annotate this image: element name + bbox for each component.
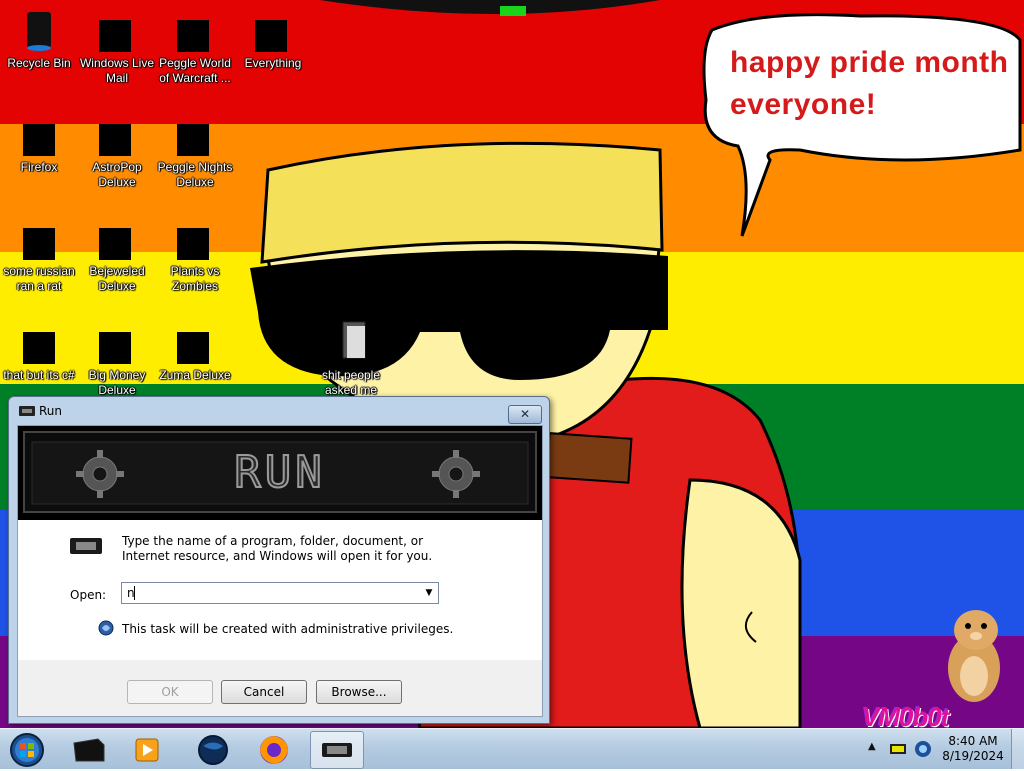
icon-label: Firefox bbox=[20, 160, 58, 174]
chevron-down-icon[interactable]: ▼ bbox=[423, 585, 435, 601]
speech-bubble-text: happy pride month everyone! bbox=[730, 46, 1009, 121]
icon-label: Big Money Deluxe bbox=[88, 368, 146, 397]
run-icon bbox=[322, 743, 352, 757]
open-label: Open: bbox=[70, 588, 107, 602]
icon-label: that but its c# bbox=[3, 368, 75, 382]
icon-label: Plants vs Zombies bbox=[170, 264, 220, 293]
recycle-bin-icon bbox=[15, 6, 63, 54]
firefox-icon bbox=[15, 110, 63, 158]
open-combobox[interactable]: n ▼ bbox=[121, 582, 439, 604]
icon-label: shit people asked me bbox=[321, 368, 381, 397]
icon-label: Peggle World of Warcraft ... bbox=[159, 56, 231, 85]
desktop-icon-big-money-deluxe[interactable]: Big Money Deluxe bbox=[78, 318, 156, 398]
icon-label: Zuma Deluxe bbox=[159, 368, 231, 382]
desktop-icon-bejeweled-deluxe[interactable]: Bejeweled Deluxe bbox=[78, 214, 156, 294]
desktop-icon-plants-vs-zombies[interactable]: Plants vs Zombies bbox=[156, 214, 234, 294]
mail-icon bbox=[93, 6, 141, 54]
media-player-icon bbox=[135, 738, 159, 762]
admin-privileges-note: This task will be created with administr… bbox=[122, 622, 454, 636]
action-center-icon[interactable] bbox=[890, 742, 906, 756]
icon-label: some russian ran a rat bbox=[3, 264, 75, 293]
folder-icon bbox=[327, 318, 375, 366]
taskbar-media-player[interactable] bbox=[122, 731, 174, 767]
text-caret bbox=[134, 586, 135, 600]
taskbar: ▲ 8:40 AM 8/19/2024 bbox=[0, 728, 1024, 769]
watermark-text: VM0b0t bbox=[862, 702, 949, 728]
desktop-icon-astropop-deluxe[interactable]: AstroPop Deluxe bbox=[78, 110, 156, 190]
desktop-icon-windows-live-mail[interactable]: Windows Live Mail bbox=[78, 6, 156, 86]
show-desktop-button[interactable] bbox=[1011, 729, 1024, 769]
tray-expand-icon[interactable]: ▲ bbox=[868, 741, 876, 752]
desktop-icon-folder[interactable]: shit people asked me bbox=[312, 318, 390, 398]
hamster-mascot-icon bbox=[948, 610, 1000, 702]
money-bag-icon bbox=[93, 318, 141, 366]
taskbar-run-active[interactable] bbox=[310, 731, 364, 769]
icon-label: Everything bbox=[244, 56, 302, 70]
run-banner-text: RUN bbox=[233, 447, 326, 499]
desktop-icon-some-russian-ran-a-rat[interactable]: some russian ran a rat bbox=[0, 214, 78, 294]
run-dialog[interactable]: Run ✕ RUN Type the name of a program, fo… bbox=[8, 396, 550, 724]
taskbar-firefox[interactable] bbox=[248, 731, 300, 767]
clock-time: 8:40 AM bbox=[948, 734, 998, 748]
search-app-icon bbox=[249, 6, 297, 54]
taskbar-globe[interactable] bbox=[186, 731, 238, 767]
close-icon: ✕ bbox=[519, 407, 531, 421]
start-orb-icon bbox=[10, 733, 44, 767]
astropop-icon bbox=[93, 110, 141, 158]
network-icon[interactable] bbox=[914, 740, 932, 758]
globe-icon bbox=[198, 735, 228, 765]
system-clock[interactable]: 8:40 AM 8/19/2024 bbox=[940, 734, 1006, 764]
taskbar-terminal[interactable] bbox=[62, 731, 114, 767]
clock-date: 8/19/2024 bbox=[942, 749, 1004, 763]
desktop-icon-zuma-deluxe[interactable]: Zuma Deluxe bbox=[156, 318, 234, 383]
close-button[interactable]: ✕ bbox=[508, 405, 542, 424]
ok-button[interactable]: OK bbox=[127, 680, 213, 704]
shield-icon bbox=[98, 620, 114, 636]
dialog-body: RUN Type the name of a program, folder, … bbox=[17, 425, 543, 717]
app-icon bbox=[15, 214, 63, 262]
run-program-icon bbox=[70, 538, 102, 554]
desktop-icon-everything[interactable]: Everything bbox=[234, 6, 312, 71]
icon-label: Peggle Nights Deluxe bbox=[157, 160, 233, 189]
run-description: Type the name of a program, folder, docu… bbox=[122, 534, 433, 563]
icon-label: Bejeweled Deluxe bbox=[89, 264, 145, 293]
desktop-icon-that-but-its-csharp[interactable]: that but its c# bbox=[0, 318, 78, 383]
zuma-icon bbox=[171, 318, 219, 366]
dialog-content: Type the name of a program, folder, docu… bbox=[18, 520, 542, 660]
terminal-icon bbox=[73, 738, 105, 762]
windows-stack-icon bbox=[15, 318, 63, 366]
desktop-icon-peggle-world-of-warcraft[interactable]: Peggle World of Warcraft ... bbox=[156, 6, 234, 86]
plant-icon bbox=[171, 214, 219, 262]
firefox-icon bbox=[260, 736, 288, 764]
run-banner: RUN bbox=[18, 426, 542, 520]
dialog-title: Run bbox=[39, 404, 63, 418]
icon-label: Recycle Bin bbox=[7, 56, 71, 70]
browse-button[interactable]: Browse... bbox=[316, 680, 402, 704]
title-bar[interactable]: Run ✕ bbox=[9, 397, 549, 425]
icon-label: Windows Live Mail bbox=[79, 56, 155, 85]
desktop-icon-recycle-bin[interactable]: Recycle Bin bbox=[0, 6, 78, 71]
peggle-nights-icon bbox=[171, 110, 219, 158]
start-button[interactable] bbox=[0, 731, 54, 767]
peggle-icon bbox=[171, 6, 219, 54]
gem-icon bbox=[93, 214, 141, 262]
cancel-button[interactable]: Cancel bbox=[221, 680, 307, 704]
desktop-icon-firefox[interactable]: Firefox bbox=[0, 110, 78, 175]
icon-label: AstroPop Deluxe bbox=[92, 160, 142, 189]
run-icon bbox=[19, 406, 35, 416]
desktop-icon-peggle-nights-deluxe[interactable]: Peggle Nights Deluxe bbox=[156, 110, 234, 190]
